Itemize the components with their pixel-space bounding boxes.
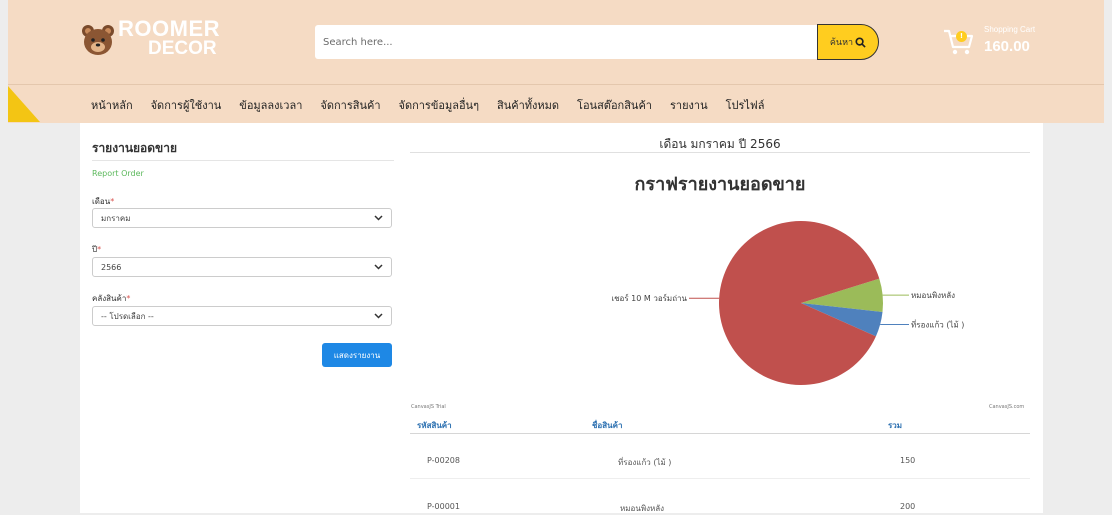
canvasjs-credit-link[interactable]: CanvasJS.com — [989, 404, 1024, 410]
nav-item-time-records[interactable]: ข้อมูลลงเวลา — [239, 96, 302, 114]
main-nav: หน้าหลัก จัดการผู้ใช้งาน ข้อมูลลงเวลา จั… — [91, 96, 782, 114]
table-header-name: ชื่อสินค้า — [592, 421, 623, 430]
chevron-down-icon — [374, 313, 383, 319]
month-label: เดือน* — [92, 197, 115, 206]
table-row-divider — [410, 478, 1030, 479]
table-cell-total: 150 — [900, 456, 916, 465]
main-divider — [410, 152, 1030, 153]
year-select-value: 2566 — [101, 262, 122, 272]
table-cell-code: P-00208 — [427, 456, 460, 465]
table-header-total: รวม — [888, 421, 903, 430]
table-cell-name: หมอนพิงหลัง — [620, 504, 665, 513]
nav-item-reports[interactable]: รายงาน — [670, 96, 708, 114]
year-select[interactable]: 2566 — [92, 257, 392, 277]
sidebar-title: รายงานยอดขาย — [92, 141, 178, 155]
content-panel: รายงานยอดขาย Report Order เดือน* มกราคม … — [80, 123, 1043, 513]
nav-item-manage-products[interactable]: จัดการสินค้า — [320, 96, 380, 114]
table-cell-code: P-00001 — [427, 502, 460, 511]
month-select[interactable]: มกราคม — [92, 208, 392, 228]
pie-label: เชอร์ 10 M วอร์มถ่าน — [611, 293, 687, 303]
table-header-code: รหัสสินค้า — [417, 421, 452, 430]
nav-divider — [8, 84, 1104, 85]
warehouse-select-value: -- โปรดเลือก -- — [101, 311, 154, 321]
logo-text-secondary: DECOR — [148, 38, 217, 59]
cart-amount: 160.00 — [984, 38, 1030, 55]
month-select-value: มกราคม — [101, 213, 131, 223]
pie-label: ที่รองแก้ว (ไม้ ) — [911, 318, 964, 329]
table-header-divider — [410, 433, 1030, 434]
chevron-down-icon — [374, 215, 383, 221]
warehouse-select[interactable]: -- โปรดเลือก -- — [92, 306, 392, 326]
sidebar-divider — [92, 160, 394, 161]
warehouse-label: คลังสินค้า* — [92, 294, 131, 303]
chevron-down-icon — [374, 264, 383, 270]
search-button[interactable]: ค้นหา — [817, 24, 879, 60]
page-gutter-left — [0, 0, 8, 123]
sales-pie-chart: หมอนพิงหลังที่รองแก้ว (ไม้ ) เชอร์ 10 M ว… — [611, 221, 964, 385]
canvasjs-trial-label: CanvasJS Trial — [411, 404, 446, 410]
chart-title: กราฟรายงานยอดขาย — [634, 174, 806, 195]
shopping-cart[interactable]: ! Shopping Cart 160.00 — [942, 25, 1062, 65]
nav-item-manage-users[interactable]: จัดการผู้ใช้งาน — [151, 96, 222, 114]
nav-item-profile[interactable]: โปรไฟล์ — [726, 96, 765, 114]
pie-label: หมอนพิงหลัง — [911, 291, 955, 300]
logo[interactable]: ROOMER DECOR — [80, 16, 230, 62]
cart-icon — [944, 29, 974, 55]
nav-item-home[interactable]: หน้าหลัก — [91, 96, 133, 114]
bear-icon — [82, 25, 114, 55]
nav-item-stock-transfer[interactable]: โอนสต๊อกสินค้า — [577, 96, 652, 114]
show-report-button[interactable]: แสดงรายงาน — [322, 343, 392, 367]
search-input[interactable] — [315, 25, 818, 59]
report-order-label: Report Order — [92, 169, 144, 178]
cart-title: Shopping Cart — [984, 25, 1036, 34]
nav-item-manage-other-data[interactable]: จัดการข้อมูลอื่นๆ — [399, 96, 480, 114]
table-cell-total: 200 — [900, 502, 916, 511]
page-gutter-right — [1104, 0, 1112, 123]
nav-item-all-products[interactable]: สินค้าทั้งหมด — [497, 96, 559, 114]
year-label: ปี* — [92, 245, 102, 254]
table-cell-name: ที่รองแก้ว (ไม้ ) — [618, 458, 672, 467]
search-icon — [855, 36, 866, 48]
search-button-label: ค้นหา — [829, 38, 854, 48]
cart-badge: ! — [956, 31, 967, 42]
